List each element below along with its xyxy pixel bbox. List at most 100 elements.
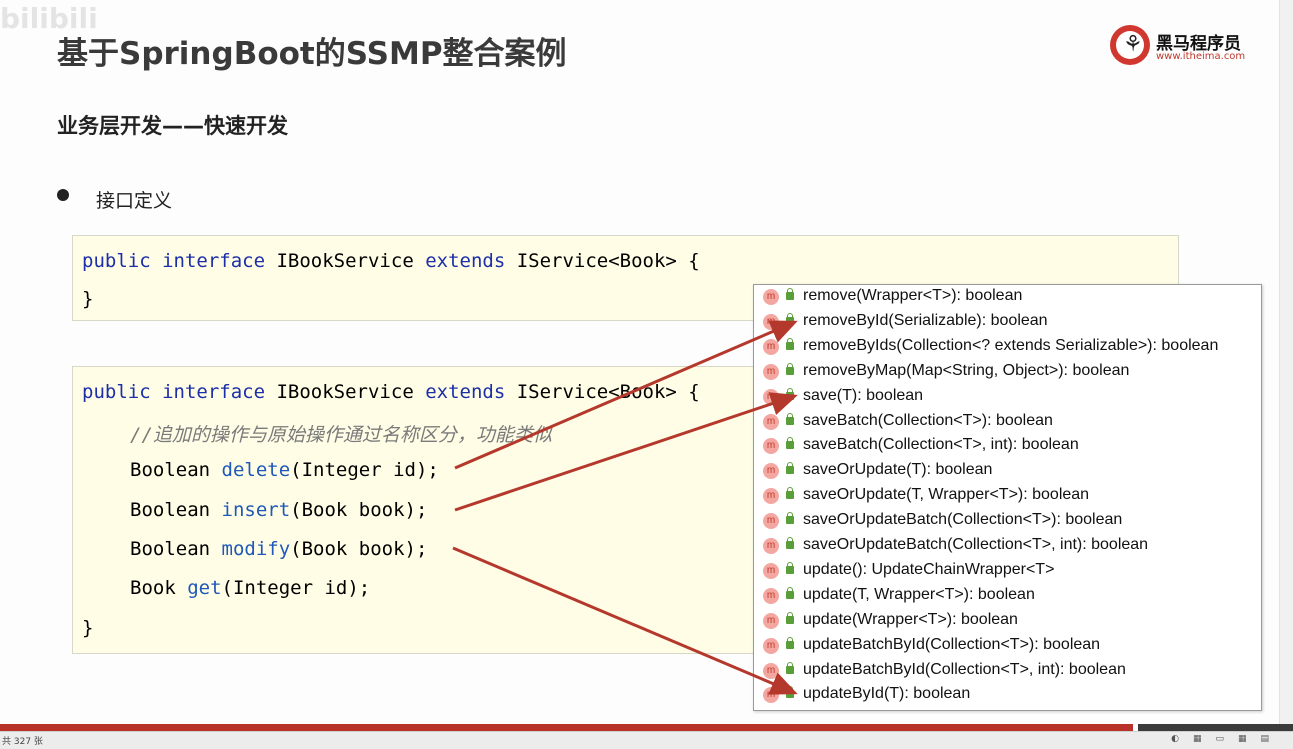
code-method-name: insert (221, 499, 291, 521)
public-access-icon (786, 312, 794, 325)
completion-item[interactable]: m saveBatch(Collection<T>, int): boolean (754, 434, 1259, 458)
completion-item[interactable]: m updateBatchById(Collection<T>): boolean (754, 634, 1259, 658)
code-keyword: interface (162, 381, 266, 403)
completion-item-label: update(): UpdateChainWrapper<T> (803, 560, 1055, 578)
method-icon: m (763, 612, 779, 629)
code-params: (Integer id); (290, 459, 439, 481)
method-icon: m (763, 338, 779, 355)
completion-item[interactable]: m update(): UpdateChainWrapper<T> (754, 559, 1259, 583)
completion-item[interactable]: m updateBatchById(Collection<T>, int): bo… (754, 659, 1259, 683)
completion-item-label: updateBatchById(Collection<T>, int): boo… (803, 660, 1126, 678)
method-icon: m (763, 637, 779, 654)
code-text: IBookService (265, 250, 426, 272)
method-icon: m (763, 463, 779, 480)
code-keyword: extends (425, 250, 506, 272)
code-type: Boolean (130, 459, 222, 481)
public-access-icon (786, 512, 794, 525)
completion-item[interactable]: m remove(Wrapper<T>): boolean (754, 285, 1259, 309)
method-icon: m (763, 513, 779, 530)
code-method-delete: Boolean delete(Integer id); (130, 459, 439, 481)
accent-bar-dark (1138, 724, 1293, 731)
code-method-name: modify (221, 538, 291, 560)
code-line: public interface IBookService extends IS… (82, 381, 700, 403)
code-method-get: Book get(Integer id); (130, 577, 370, 599)
completion-item[interactable]: m saveOrUpdate(T, Wrapper<T>): boolean (754, 484, 1259, 508)
public-access-icon (786, 387, 794, 400)
bullet-text: 接口定义 (96, 190, 173, 212)
vertical-scrollbar[interactable] (1279, 0, 1293, 724)
completion-item[interactable]: m saveOrUpdateBatch(Collection<T>): boole… (754, 509, 1259, 533)
completion-item[interactable]: m saveBatch(Collection<T>): boolean (754, 410, 1259, 434)
code-type: Boolean (130, 499, 222, 521)
completion-item-label: updateById(T): boolean (803, 685, 971, 703)
code-type: Boolean (130, 538, 222, 560)
public-access-icon (786, 537, 794, 549)
section-subtitle: 业务层开发——快速开发 (57, 114, 288, 138)
code-text: IService<Book> { (505, 381, 700, 403)
completion-item[interactable]: m save(T): boolean (754, 385, 1259, 409)
accent-bar (0, 724, 1133, 731)
itheima-logo: ⚘ 黑马程序员 www.itheima.com (1110, 25, 1260, 69)
public-access-icon (786, 337, 794, 350)
method-icon: m (763, 538, 779, 554)
completion-item-label: saveOrUpdateBatch(Collection<T>, int): b… (803, 536, 1149, 553)
slide-title: 基于SpringBoot的SSMP整合案例 (57, 36, 567, 72)
method-icon: m (763, 388, 779, 405)
public-access-icon (786, 437, 794, 450)
public-access-icon (786, 611, 794, 624)
code-comment: //追加的操作与原始操作通过名称区分，功能类似 (130, 424, 552, 446)
code-params: (Book book); (290, 499, 428, 521)
completion-item-label: removeByIds(Collection<? extends Seriali… (803, 336, 1219, 354)
code-params: (Book book); (290, 538, 428, 560)
public-access-icon (786, 412, 794, 425)
method-icon: m (763, 363, 779, 380)
method-icon: m (763, 687, 779, 704)
completion-item-label: save(T): boolean (803, 386, 924, 404)
method-icon: m (763, 488, 779, 505)
public-access-icon (786, 586, 794, 599)
public-access-icon (786, 487, 794, 500)
public-access-icon (786, 561, 794, 574)
public-access-icon (786, 362, 794, 375)
code-keyword: public (82, 381, 151, 403)
bullet-dot-icon (57, 189, 69, 201)
method-icon: m (763, 289, 779, 305)
completion-item-label: updateBatchById(Collection<T>): boolean (803, 635, 1101, 653)
slide: bilibili 基于SpringBoot的SSMP整合案例 ⚘ 黑马程序员 w… (0, 0, 1280, 724)
completion-item[interactable]: m removeByMap(Map<String, Object>): boole… (754, 360, 1259, 384)
code-line: } (82, 617, 94, 639)
public-access-icon (786, 462, 794, 475)
code-text: IService<Book> { (505, 250, 700, 272)
method-icon: m (763, 562, 779, 579)
logo-url: www.itheima.com (1156, 51, 1246, 62)
method-icon: m (763, 313, 779, 330)
view-controls[interactable]: ◐▦▭▦▤ (1171, 734, 1283, 744)
code-keyword: public (82, 250, 151, 272)
status-bar: 共 327 张 ◐▦▭▦▤ (0, 731, 1293, 749)
completion-item-label: update(T, Wrapper<T>): boolean (803, 585, 1035, 603)
completion-item-label: saveBatch(Collection<T>): boolean (803, 411, 1053, 429)
logo-figure-icon: ⚘ (1123, 32, 1143, 57)
completion-item[interactable]: m removeById(Serializable): boolean (754, 310, 1259, 334)
code-line: public interface IBookService extends IS… (82, 250, 700, 272)
code-keyword: extends (425, 381, 506, 403)
public-access-icon (786, 686, 794, 699)
completion-item[interactable]: m removeByIds(Collection<? extends Serial… (754, 335, 1259, 359)
method-icon: m (763, 413, 779, 430)
completion-popup[interactable]: m remove(Wrapper<T>): boolean m removeById(… (753, 284, 1262, 711)
completion-item-label: saveOrUpdate(T): boolean (803, 461, 993, 479)
completion-item-label: saveOrUpdateBatch(Collection<T>): boolea… (803, 511, 1123, 529)
completion-item[interactable]: m saveOrUpdate(T): boolean (754, 459, 1259, 483)
completion-item[interactable]: m update(Wrapper<T>): boolean (754, 609, 1259, 633)
public-access-icon (786, 288, 794, 300)
method-icon: m (763, 662, 779, 679)
code-text: IBookService (265, 381, 426, 403)
completion-item[interactable]: m saveOrUpdateBatch(Collection<T>, int): … (754, 534, 1259, 558)
completion-item[interactable]: m update(T, Wrapper<T>): boolean (754, 584, 1259, 608)
code-block-extended: public interface IBookService extends IS… (72, 366, 759, 654)
public-access-icon (786, 661, 794, 674)
completion-item[interactable]: m updateById(T): boolean (754, 683, 1259, 707)
method-icon: m (763, 438, 779, 455)
slide-count: 共 327 张 (2, 737, 43, 747)
public-access-icon (786, 636, 794, 649)
